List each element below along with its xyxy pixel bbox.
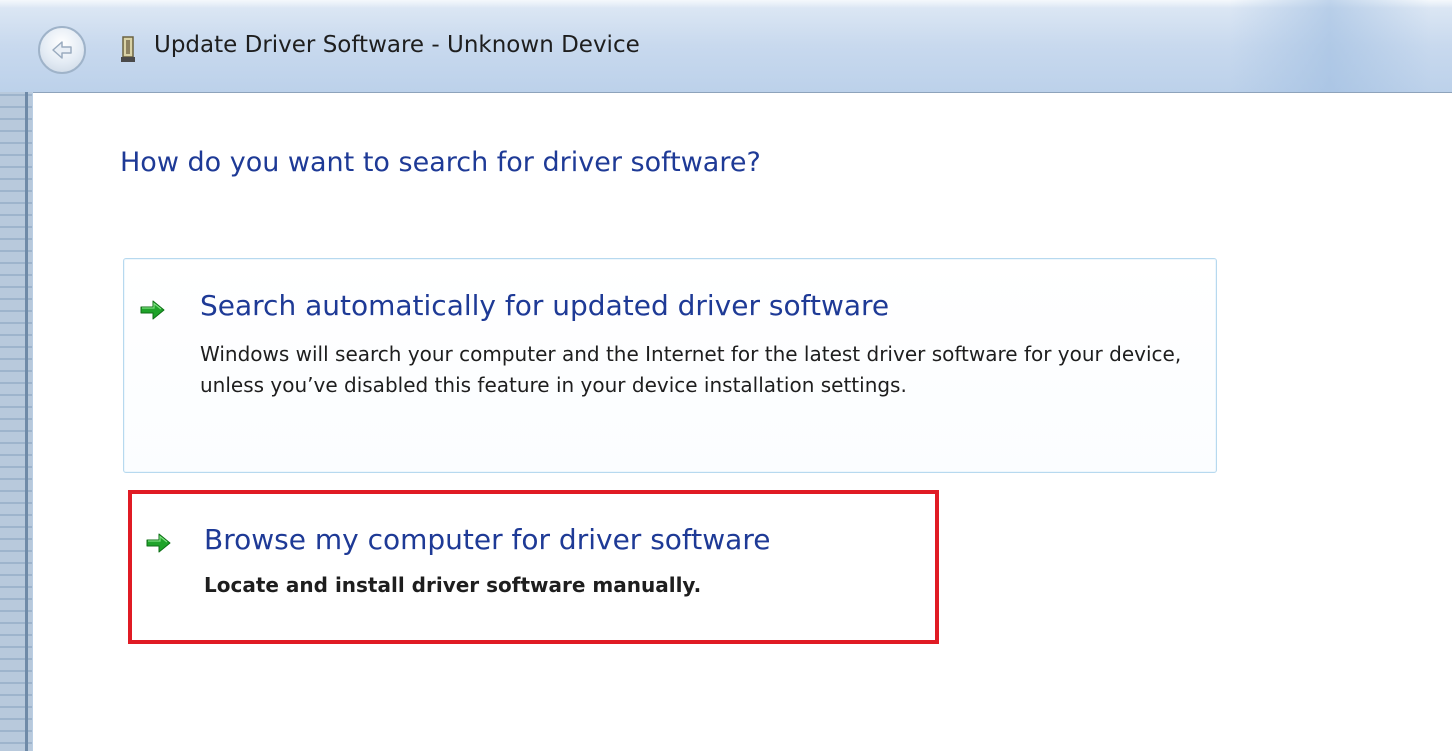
back-button[interactable] [38, 26, 86, 74]
browse-computer-description: Locate and install driver software manua… [204, 573, 702, 597]
search-automatically-description: Windows will search your computer and th… [200, 342, 1182, 397]
back-arrow-icon [52, 41, 72, 59]
window-title: Update Driver Software - Unknown Device [154, 32, 640, 58]
green-arrow-icon [146, 533, 171, 553]
page-heading: How do you want to search for driver sof… [120, 147, 761, 178]
search-automatically-option[interactable]: Search automatically for updated driver … [123, 258, 1217, 473]
browse-computer-title: Browse my computer for driver software [204, 523, 771, 556]
browse-computer-option[interactable]: Browse my computer for driver software L… [128, 490, 939, 644]
green-arrow-icon [140, 300, 165, 320]
window-frame-edge [0, 0, 32, 751]
search-automatically-title: Search automatically for updated driver … [200, 289, 890, 322]
wizard-content: How do you want to search for driver sof… [33, 92, 1452, 751]
device-icon [121, 36, 135, 62]
title-bar: Update Driver Software - Unknown Device [0, 0, 1452, 92]
